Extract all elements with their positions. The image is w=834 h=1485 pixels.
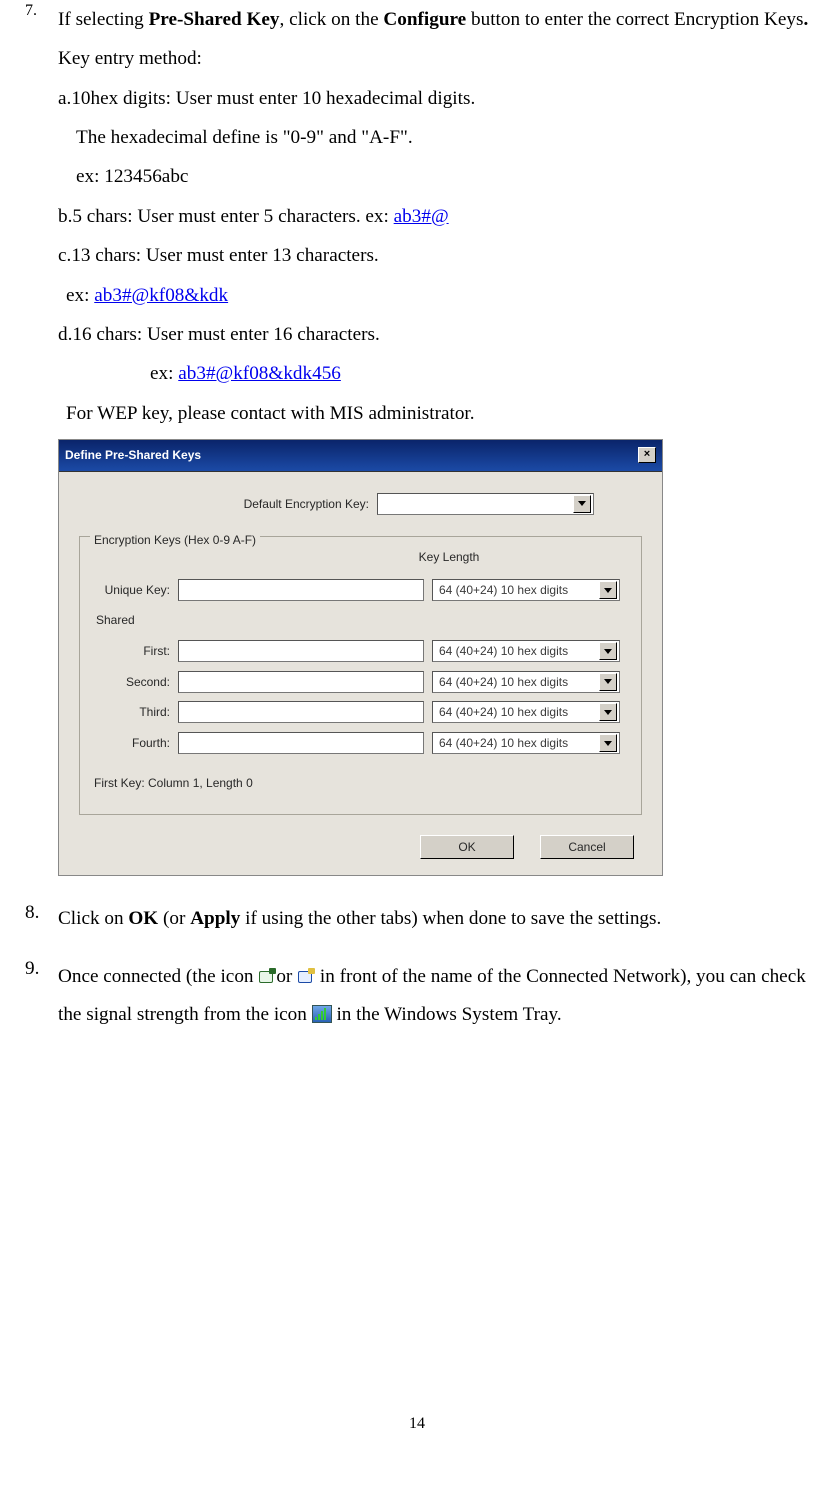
text: (or (158, 908, 190, 929)
text-bold: OK (128, 908, 158, 929)
signal-tray-icon (312, 1005, 332, 1023)
list-item-7: 7. If selecting Pre-Shared Key, click on… (25, 0, 819, 894)
text: For WEP key, please contact with MIS adm… (58, 394, 819, 433)
first-length-combo[interactable]: 64 (40+24) 10 hex digits (432, 640, 620, 662)
dialog-title: Define Pre-Shared Keys (65, 443, 201, 468)
list-body: Click on OK (or Apply if using the other… (58, 902, 819, 937)
text: Click on (58, 908, 128, 929)
combo-value: 64 (40+24) 10 hex digits (439, 639, 568, 664)
connected-blue-icon (297, 968, 315, 984)
third-label: Third: (94, 700, 170, 725)
shared-label: Shared (96, 608, 627, 633)
text: , click on the (280, 9, 384, 30)
text-bold: Pre-Shared Key (149, 9, 280, 30)
key-status-text: First Key: Column 1, Length 0 (94, 771, 627, 796)
link-example-d[interactable]: ab3#@kf08&kdk456 (178, 363, 341, 384)
fourth-input[interactable] (178, 732, 424, 754)
connected-green-icon (258, 968, 276, 984)
list-number: 8. (25, 902, 58, 937)
text-bold: Configure (383, 9, 466, 30)
text: in the Windows System Tray. (332, 1004, 562, 1025)
third-input[interactable] (178, 701, 424, 723)
fourth-label: Fourth: (94, 731, 170, 756)
text: ex: (150, 363, 178, 384)
third-length-combo[interactable]: 64 (40+24) 10 hex digits (432, 701, 620, 723)
combo-value: 64 (40+24) 10 hex digits (439, 670, 568, 695)
text: a.10hex digits: User must enter 10 hexad… (58, 79, 819, 118)
chevron-down-icon (599, 703, 617, 721)
first-input[interactable] (178, 640, 424, 662)
text: The hexadecimal define is "0-9" and "A-F… (58, 118, 819, 157)
text: Once connected (the icon (58, 966, 258, 987)
unique-key-length-combo[interactable]: 64 (40+24) 10 hex digits (432, 579, 620, 601)
text: ex: 123456abc (58, 157, 819, 196)
first-label: First: (94, 639, 170, 664)
chevron-down-icon (573, 495, 591, 513)
second-label: Second: (94, 670, 170, 695)
key-length-header: Key Length (360, 545, 538, 570)
group-title: Encryption Keys (Hex 0-9 A-F) (90, 528, 260, 553)
text-bold: . (803, 9, 808, 30)
combo-value: 64 (40+24) 10 hex digits (439, 578, 568, 603)
dialog-titlebar: Define Pre-Shared Keys × (59, 440, 662, 472)
text: if using the other tabs) when done to sa… (240, 908, 661, 929)
text: d.16 chars: User must enter 16 character… (58, 315, 819, 354)
page-number: 14 (0, 1415, 834, 1433)
chevron-down-icon (599, 734, 617, 752)
text: Key entry method: (58, 39, 819, 78)
list-number: 9. (25, 958, 58, 1033)
default-key-combo[interactable] (377, 493, 594, 515)
text: or (276, 966, 297, 987)
chevron-down-icon (599, 673, 617, 691)
chevron-down-icon (599, 581, 617, 599)
group-encryption-keys: Encryption Keys (Hex 0-9 A-F) Key Length… (79, 536, 642, 815)
close-button[interactable]: × (638, 447, 656, 463)
list-body: If selecting Pre-Shared Key, click on th… (58, 0, 819, 894)
chevron-down-icon (599, 642, 617, 660)
list-item-9: 9. Once connected (the icon or in front … (25, 958, 819, 1033)
list-item-8: 8. Click on OK (or Apply if using the ot… (25, 902, 819, 937)
link-example-b[interactable]: ab3#@ (394, 206, 449, 227)
unique-key-input[interactable] (178, 579, 424, 601)
text: button to enter the correct Encryption K… (466, 9, 803, 30)
combo-value: 64 (40+24) 10 hex digits (439, 700, 568, 725)
link-example-c[interactable]: ab3#@kf08&kdk (94, 285, 228, 306)
text: ex: (66, 285, 94, 306)
second-length-combo[interactable]: 64 (40+24) 10 hex digits (432, 671, 620, 693)
unique-key-label: Unique Key: (94, 578, 170, 603)
text: c.13 chars: User must enter 13 character… (58, 236, 819, 275)
default-key-label: Default Encryption Key: (79, 492, 377, 517)
dialog-define-pre-shared-keys: Define Pre-Shared Keys × Default Encrypt… (58, 439, 663, 876)
text-bold: Apply (190, 908, 240, 929)
fourth-length-combo[interactable]: 64 (40+24) 10 hex digits (432, 732, 620, 754)
list-number: 7. (25, 0, 58, 894)
combo-value: 64 (40+24) 10 hex digits (439, 731, 568, 756)
text: If selecting (58, 9, 149, 30)
ok-button[interactable]: OK (420, 835, 514, 859)
text: b.5 chars: User must enter 5 characters.… (58, 206, 394, 227)
cancel-button[interactable]: Cancel (540, 835, 634, 859)
second-input[interactable] (178, 671, 424, 693)
list-body: Once connected (the icon or in front of … (58, 958, 819, 1033)
